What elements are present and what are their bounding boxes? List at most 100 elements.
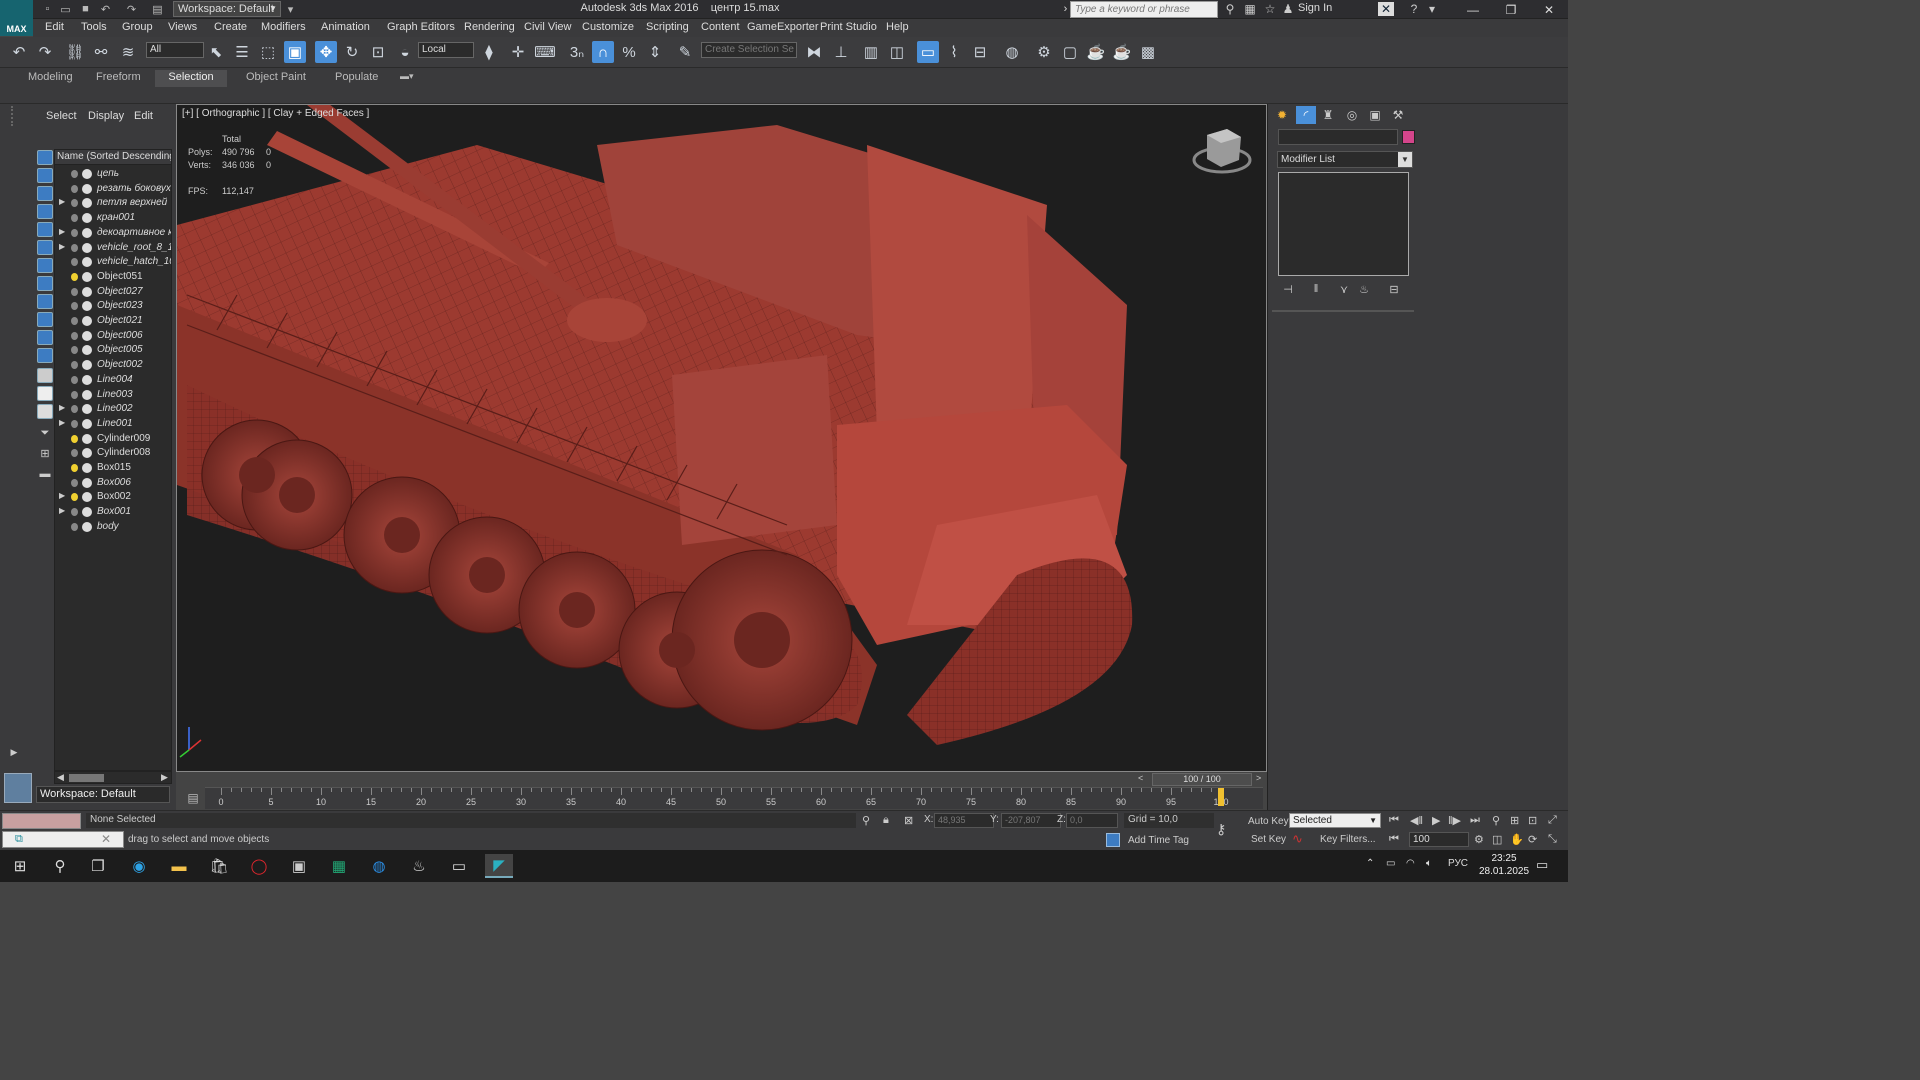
time-tag-icon[interactable] bbox=[1106, 833, 1120, 847]
object-visibility-icon[interactable] bbox=[82, 521, 92, 532]
select-and-rotate-icon[interactable]: ↻ bbox=[341, 41, 363, 63]
list-item[interactable]: цепь bbox=[55, 167, 171, 182]
light-bulb-icon[interactable] bbox=[71, 184, 78, 193]
schematic-view-icon[interactable]: ⊟ bbox=[969, 41, 991, 63]
select-and-place-icon[interactable]: ◒ bbox=[394, 41, 416, 63]
display-tab-icon[interactable]: ▣ bbox=[1365, 106, 1385, 124]
redo-icon[interactable]: ↷ bbox=[124, 2, 139, 16]
workspace-selector[interactable]: Workspace: Default bbox=[36, 786, 170, 803]
maxscript-mini-listener-white[interactable]: ⧉ ✕ bbox=[2, 831, 124, 848]
volume-icon[interactable]: 🔈︎ bbox=[1426, 858, 1432, 869]
light-bulb-icon[interactable] bbox=[71, 375, 78, 384]
light-bulb-icon[interactable] bbox=[71, 302, 78, 311]
object-visibility-icon[interactable] bbox=[82, 433, 92, 444]
maxscript-listener-icon[interactable] bbox=[4, 773, 32, 803]
light-bulb-icon[interactable] bbox=[71, 361, 78, 370]
object-visibility-icon[interactable] bbox=[82, 360, 92, 371]
expand-panel-arrow-icon[interactable]: ▶ bbox=[6, 744, 22, 760]
modifier-stack[interactable] bbox=[1278, 172, 1409, 276]
project-folder-icon[interactable]: ▤ bbox=[150, 2, 165, 16]
align-icon[interactable]: ⊥ bbox=[830, 41, 852, 63]
add-time-tag-button[interactable]: Add Time Tag bbox=[1128, 834, 1189, 849]
opera-browser-icon[interactable]: ◯ bbox=[245, 854, 273, 878]
display-groups-icon[interactable] bbox=[37, 312, 53, 327]
display-geometry-icon[interactable] bbox=[37, 204, 53, 219]
name-column-header[interactable]: Name (Sorted Descending) bbox=[55, 150, 171, 165]
light-bulb-icon[interactable] bbox=[71, 287, 78, 296]
y-coordinate-field[interactable]: -207,807 bbox=[1001, 813, 1061, 828]
render-production-icon[interactable]: ☕ bbox=[1085, 41, 1107, 63]
menu-create[interactable]: Create bbox=[214, 21, 247, 33]
open-file-icon[interactable]: ▭ bbox=[58, 2, 73, 16]
render-iterative-icon[interactable]: ☕ bbox=[1111, 41, 1133, 63]
scroll-left-icon[interactable]: ◀ bbox=[57, 772, 64, 783]
display-xrefs-icon[interactable] bbox=[37, 330, 53, 345]
list-item[interactable]: ▶ петля верхней bbox=[55, 196, 171, 211]
object-visibility-icon[interactable] bbox=[82, 389, 92, 400]
undo-icon[interactable]: ↶ bbox=[8, 41, 30, 63]
set-key-mode-key-icon[interactable]: ⚷ bbox=[1216, 821, 1226, 838]
absolute-mode-icon[interactable]: ⊠ bbox=[904, 814, 913, 827]
tab-freeform[interactable]: Freeform bbox=[90, 70, 147, 87]
maxscript-mini-listener-pink[interactable] bbox=[2, 813, 81, 829]
light-bulb-icon[interactable] bbox=[71, 405, 78, 414]
list-item[interactable]: Object027 bbox=[55, 285, 171, 300]
select-by-name-icon[interactable]: ☰ bbox=[231, 41, 253, 63]
object-visibility-icon[interactable] bbox=[82, 213, 92, 224]
light-bulb-icon[interactable] bbox=[71, 478, 78, 487]
object-visibility-icon[interactable] bbox=[82, 242, 92, 253]
scene-explorer-select-menu[interactable]: Select bbox=[46, 110, 77, 122]
use-pivot-center-icon[interactable]: ⧫ bbox=[478, 41, 500, 63]
redo-icon[interactable]: ↷ bbox=[34, 41, 56, 63]
orbit-icon[interactable]: ⟳ bbox=[1528, 833, 1537, 846]
close-button[interactable]: ✕ bbox=[1530, 0, 1568, 19]
menu-scripting[interactable]: Scripting bbox=[646, 21, 689, 33]
list-item[interactable]: кран001 bbox=[55, 211, 171, 226]
display-frozen-icon[interactable] bbox=[37, 386, 53, 401]
create-tab-icon[interactable]: ✹ bbox=[1272, 106, 1292, 124]
object-visibility-icon[interactable] bbox=[82, 463, 92, 473]
light-bulb-icon[interactable] bbox=[71, 199, 78, 208]
x-coordinate-field[interactable]: 48,935 bbox=[934, 813, 994, 828]
menu-civil-view[interactable]: Civil View bbox=[524, 21, 571, 33]
display-lights-icon[interactable] bbox=[37, 240, 53, 255]
list-item[interactable]: Object005 bbox=[55, 343, 171, 358]
make-unique-icon[interactable]: ⋎ bbox=[1336, 282, 1352, 296]
list-item[interactable]: ▶ Line002 bbox=[55, 402, 171, 417]
select-and-move-icon[interactable]: ✥ bbox=[315, 41, 337, 63]
object-color-swatch[interactable] bbox=[1402, 130, 1415, 144]
list-item[interactable]: body bbox=[55, 520, 171, 535]
favorites-star-icon[interactable]: ☆ bbox=[1262, 2, 1278, 16]
3dsmax-taskbar-icon[interactable]: ◤ bbox=[485, 854, 513, 878]
spinner-snap-icon[interactable]: ⇕ bbox=[644, 41, 666, 63]
list-item[interactable]: Cylinder009 bbox=[55, 432, 171, 447]
notifications-icon[interactable]: ▭ bbox=[1536, 857, 1548, 873]
object-name-field[interactable] bbox=[1278, 129, 1398, 145]
field-of-view-icon[interactable]: ◫ bbox=[1492, 833, 1502, 846]
windows-start-icon[interactable]: ⊞ bbox=[6, 854, 34, 878]
expand-arrow-icon[interactable]: ▶ bbox=[59, 197, 67, 206]
new-file-icon[interactable]: ▫ bbox=[40, 2, 55, 16]
app-logo[interactable]: MAX bbox=[0, 0, 33, 36]
unlink-selection-icon[interactable]: ⚯ bbox=[90, 41, 112, 63]
object-visibility-icon[interactable] bbox=[82, 330, 92, 341]
light-bulb-icon[interactable] bbox=[71, 464, 78, 472]
object-visibility-icon[interactable] bbox=[82, 418, 92, 429]
mirror-icon[interactable]: ⧓ bbox=[803, 41, 825, 63]
sync-selection-icon[interactable]: ▬ bbox=[37, 466, 53, 481]
list-item[interactable]: Object002 bbox=[55, 358, 171, 373]
sign-in-button[interactable]: Sign In bbox=[1298, 2, 1332, 14]
tab-populate[interactable]: Populate bbox=[329, 70, 384, 87]
rectangular-selection-icon[interactable]: ⬚ bbox=[257, 41, 279, 63]
steam-icon[interactable]: ♨ bbox=[405, 854, 433, 878]
list-item[interactable]: Object021 bbox=[55, 314, 171, 329]
menu-views[interactable]: Views bbox=[168, 21, 197, 33]
restore-button[interactable]: ❐ bbox=[1492, 0, 1530, 19]
menu-gameexporter[interactable]: GameExporter bbox=[747, 21, 819, 33]
object-visibility-icon[interactable] bbox=[82, 198, 92, 209]
light-bulb-icon[interactable] bbox=[71, 170, 78, 178]
tab-modeling[interactable]: Modeling bbox=[22, 70, 79, 87]
z-coordinate-field[interactable]: 0,0 bbox=[1066, 813, 1118, 828]
play-icon[interactable]: ▶ bbox=[1432, 814, 1440, 827]
key-selection-set-dropdown[interactable]: Selected ▼ bbox=[1289, 813, 1381, 828]
